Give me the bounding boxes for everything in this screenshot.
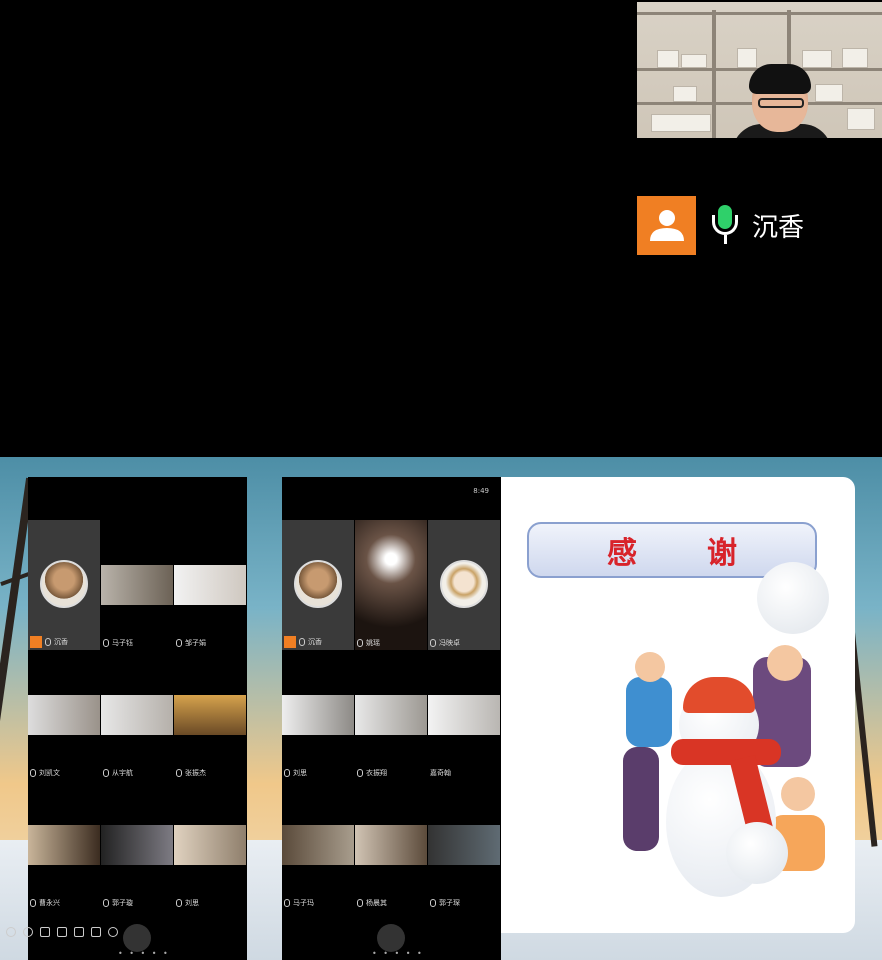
mic-icon xyxy=(30,769,36,777)
phone-status-bar: 8:49 xyxy=(473,487,489,495)
mic-icon xyxy=(103,899,109,907)
mic-icon xyxy=(357,899,363,907)
thank-you-card: 感谢 xyxy=(501,477,855,933)
mic-icon xyxy=(103,769,109,777)
bottom-toolbar xyxy=(0,922,118,942)
phone-mic-button[interactable] xyxy=(123,924,151,952)
mic-icon xyxy=(103,639,109,647)
phone-screenshot-2: 8:49 沉香 姚瑶 冯映卓 刘思 衣振翔 嘉奇翰 马子玛 杨晨其 郭子琛 • … xyxy=(282,477,501,960)
mic-icon xyxy=(45,638,51,646)
participant-tile[interactable]: 嘉奇翰 xyxy=(428,650,500,780)
minus-icon[interactable] xyxy=(23,927,33,937)
phone-screenshot-1: 沉香 马子钰 邹子娟 刘凯文 从宇航 张振杰 曹永兴 郭子璇 刘思 • • • … xyxy=(28,477,247,960)
participant-tile[interactable]: 从宇航 xyxy=(101,650,173,780)
active-speaker-bar: 沉香 xyxy=(637,195,804,255)
participant-tile[interactable]: 郭子璇 xyxy=(101,780,173,910)
pen-icon[interactable] xyxy=(40,927,50,937)
mic-icon xyxy=(430,639,436,647)
mic-icon xyxy=(299,638,305,646)
participant-tile[interactable]: 张振杰 xyxy=(174,650,246,780)
user-avatar-icon xyxy=(637,195,696,255)
participant-tile[interactable]: 刘思 xyxy=(174,780,246,910)
mic-icon xyxy=(357,639,363,647)
participant-tile[interactable]: 冯映卓 xyxy=(428,520,500,650)
mic-icon xyxy=(176,769,182,777)
microphone-active-icon xyxy=(710,205,740,245)
mic-icon xyxy=(176,639,182,647)
host-icon xyxy=(284,636,296,648)
folder-icon[interactable] xyxy=(74,927,84,937)
host-icon xyxy=(30,636,42,648)
participant-tile[interactable]: 曹永兴 xyxy=(28,780,100,910)
shared-screen: 沉香 马子钰 邹子娟 刘凯文 从宇航 张振杰 曹永兴 郭子璇 刘思 • • • … xyxy=(0,457,882,960)
participant-tile[interactable]: 衣振翔 xyxy=(355,650,427,780)
participant-avatar xyxy=(294,560,342,608)
mic-icon xyxy=(284,769,290,777)
participant-avatar xyxy=(40,560,88,608)
mic-icon xyxy=(430,899,436,907)
participant-tile[interactable]: 邹子娟 xyxy=(174,520,246,650)
participant-tile[interactable]: 马子钰 xyxy=(101,520,173,650)
participant-tile[interactable]: 郭子琛 xyxy=(428,780,500,910)
participant-tile[interactable]: 沉香 xyxy=(282,520,354,650)
page-indicator: • • • • • xyxy=(118,949,170,958)
speaker-name: 沉香 xyxy=(752,212,805,243)
crop-icon[interactable] xyxy=(57,927,67,937)
more-icon[interactable] xyxy=(108,927,118,937)
close-icon[interactable] xyxy=(6,927,16,937)
mic-icon xyxy=(176,899,182,907)
participant-tile[interactable]: 姚瑶 xyxy=(355,520,427,650)
page-indicator: • • • • • xyxy=(372,949,424,958)
participant-tile[interactable]: 杨晨其 xyxy=(355,780,427,910)
participant-tile[interactable]: 刘凯文 xyxy=(28,650,100,780)
chat-icon[interactable] xyxy=(91,927,101,937)
mic-icon xyxy=(357,769,363,777)
mic-icon xyxy=(284,899,290,907)
presenter-video[interactable] xyxy=(637,2,882,138)
participant-avatar xyxy=(440,560,488,608)
phone-mic-button[interactable] xyxy=(377,924,405,952)
participant-tile[interactable]: 刘思 xyxy=(282,650,354,780)
participant-tile[interactable]: 马子玛 xyxy=(282,780,354,910)
mic-icon xyxy=(30,899,36,907)
participant-tile[interactable]: 沉香 xyxy=(28,520,100,650)
